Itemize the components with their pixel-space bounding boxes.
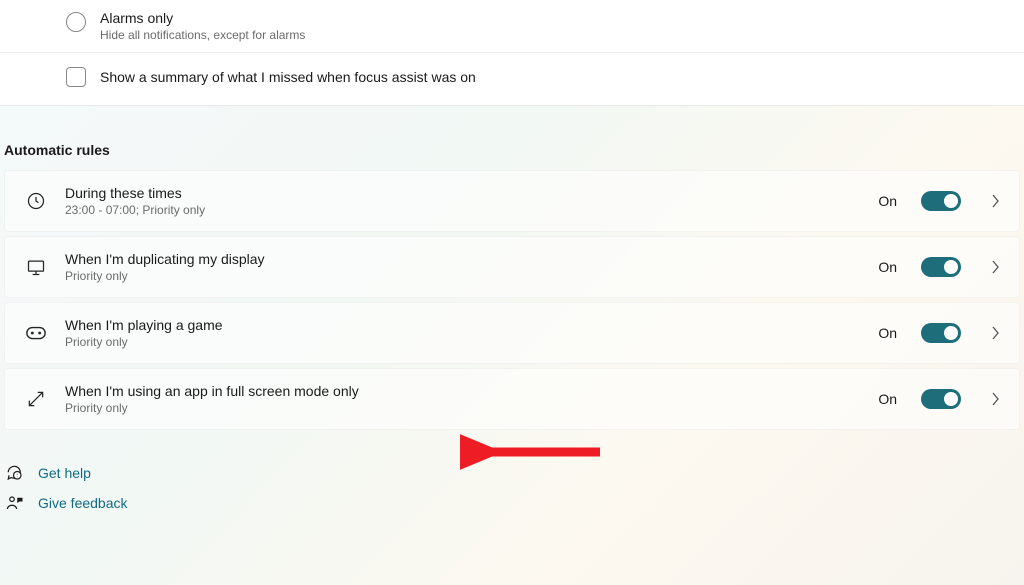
alarms-only-option[interactable]: Alarms only Hide all notifications, exce… [0,0,1024,52]
monitor-icon [25,256,47,278]
rule-subtitle: Priority only [65,401,860,415]
focus-assist-options: Alarms only Hide all notifications, exce… [0,0,1024,106]
rule-text: When I'm duplicating my display Priority… [65,251,860,283]
rule-toggle[interactable] [921,191,961,211]
rule-toggle[interactable] [921,389,961,409]
alarms-only-text: Alarms only Hide all notifications, exce… [100,10,305,42]
get-help-link[interactable]: Get help [6,458,1018,488]
get-help-label: Get help [38,465,91,481]
rules-list: During these times 23:00 - 07:00; Priori… [0,170,1024,430]
rule-during-these-times[interactable]: During these times 23:00 - 07:00; Priori… [4,170,1020,232]
rule-state-label: On [878,391,897,407]
summary-checkbox-label: Show a summary of what I missed when foc… [100,69,476,85]
summary-checkbox-row[interactable]: Show a summary of what I missed when foc… [0,52,1024,105]
rule-state-label: On [878,259,897,275]
feedback-icon [6,494,24,512]
rule-title: During these times [65,185,860,201]
chevron-right-icon [989,194,1003,208]
give-feedback-label: Give feedback [38,495,128,511]
fullscreen-icon [25,388,47,410]
rule-title: When I'm playing a game [65,317,860,333]
rule-title: When I'm duplicating my display [65,251,860,267]
rule-toggle[interactable] [921,257,961,277]
rule-title: When I'm using an app in full screen mod… [65,383,860,399]
checkbox-icon [66,67,86,87]
bottom-links: Get help Give feedback [0,434,1024,518]
rule-subtitle: Priority only [65,335,860,349]
rule-toggle[interactable] [921,323,961,343]
rule-duplicating-display[interactable]: When I'm duplicating my display Priority… [4,236,1020,298]
help-icon [6,464,24,482]
chevron-right-icon [989,326,1003,340]
clock-icon [25,190,47,212]
rule-text: During these times 23:00 - 07:00; Priori… [65,185,860,217]
rule-text: When I'm using an app in full screen mod… [65,383,860,415]
rule-state-label: On [878,325,897,341]
chevron-right-icon [989,260,1003,274]
rule-state-label: On [878,193,897,209]
gamepad-icon [25,322,47,344]
rule-text: When I'm playing a game Priority only [65,317,860,349]
rule-fullscreen-app[interactable]: When I'm using an app in full screen mod… [4,368,1020,430]
rule-subtitle: 23:00 - 07:00; Priority only [65,203,860,217]
give-feedback-link[interactable]: Give feedback [6,488,1018,518]
alarms-only-subtitle: Hide all notifications, except for alarm… [100,28,305,42]
radio-icon [66,12,86,32]
automatic-rules-header: Automatic rules [0,106,1024,170]
alarms-only-title: Alarms only [100,10,305,26]
rule-subtitle: Priority only [65,269,860,283]
rule-playing-game[interactable]: When I'm playing a game Priority only On [4,302,1020,364]
chevron-right-icon [989,392,1003,406]
